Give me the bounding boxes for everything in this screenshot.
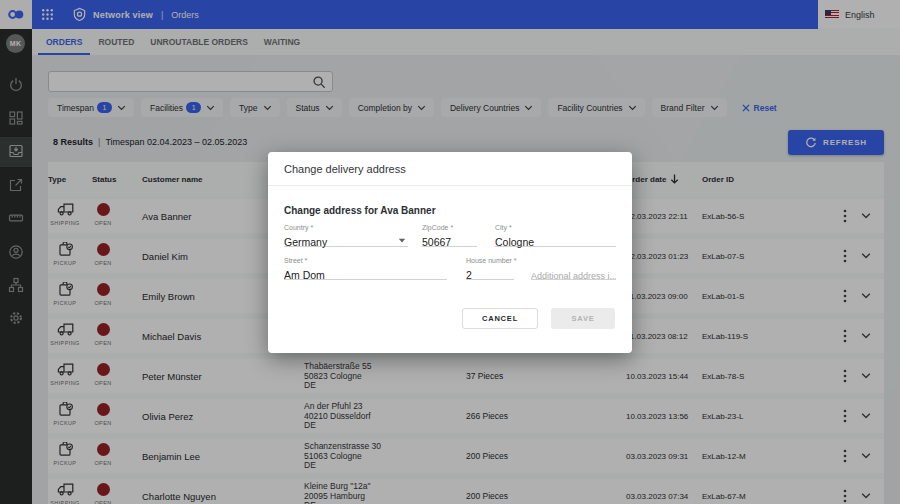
city-label: City * xyxy=(495,224,616,232)
street-label: Street * xyxy=(284,257,447,265)
cancel-button[interactable]: CANCEL xyxy=(462,308,538,329)
city-input[interactable] xyxy=(495,236,616,251)
additional-address-input[interactable] xyxy=(531,269,616,284)
street-field[interactable]: Street * xyxy=(284,257,447,280)
country-label: Country * xyxy=(284,224,408,232)
dropdown-caret-icon xyxy=(398,238,406,243)
country-field[interactable]: Country * xyxy=(284,224,408,247)
change-address-modal: Change delivery address Change address f… xyxy=(268,152,632,353)
zipcode-input[interactable] xyxy=(422,236,477,251)
modal-title: Change delivery address xyxy=(268,152,632,186)
house-number-label: House number * xyxy=(466,257,514,265)
save-button[interactable]: SAVE xyxy=(551,308,615,329)
house-number-field[interactable]: House number * xyxy=(466,257,514,280)
house-number-input[interactable] xyxy=(466,269,514,284)
zipcode-field[interactable]: ZipCode * xyxy=(422,224,477,247)
street-input[interactable] xyxy=(284,269,447,284)
zipcode-label: ZipCode * xyxy=(422,224,477,232)
additional-address-label-spacer xyxy=(531,257,616,265)
app: Network view | Orders English MK xyxy=(0,0,900,504)
country-select[interactable] xyxy=(284,236,408,251)
city-field[interactable]: City * xyxy=(495,224,616,247)
additional-address-field[interactable] xyxy=(531,257,616,280)
modal-subtitle: Change address for Ava Banner xyxy=(284,205,436,216)
